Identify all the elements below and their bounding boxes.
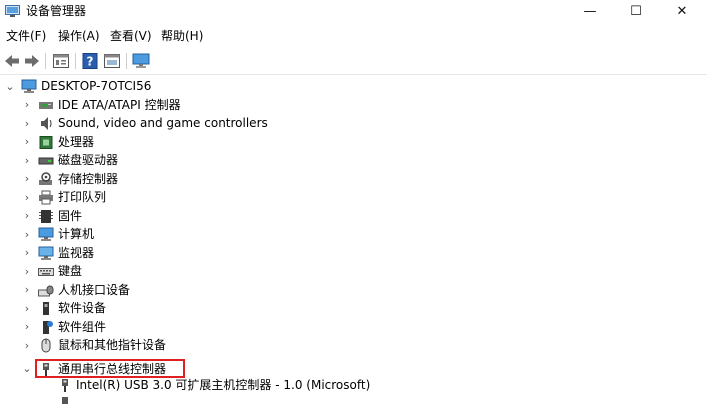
monitor-icon: [38, 246, 54, 260]
expand-chevron-icon[interactable]: ›: [21, 208, 33, 224]
expand-chevron-icon[interactable]: ›: [21, 337, 33, 353]
tree-device-label: Intel(R) USB 3.0 可扩展主机控制器 - 1.0 (Microso…: [76, 378, 371, 392]
expand-chevron-icon[interactable]: ›: [21, 171, 33, 187]
tree-category-label: 处理器: [58, 134, 95, 149]
expand-chevron-icon[interactable]: ›: [21, 115, 33, 131]
ide-controller-icon: [39, 101, 53, 109]
usb-device-icon: [62, 397, 68, 404]
tree-category-label: 计算机: [58, 227, 95, 241]
tree-category-label: 键盘: [58, 264, 83, 278]
tree-category-processor[interactable]: › 处理器: [0, 133, 707, 152]
title-bar: 设备管理器 — ☐ ✕: [0, 0, 707, 24]
tree-category-label: 存储控制器: [58, 171, 119, 186]
computer-icon: [38, 227, 54, 241]
firmware-icon: [39, 209, 53, 223]
storage-controller-icon: [39, 171, 52, 185]
expand-chevron-icon[interactable]: ›: [21, 263, 33, 279]
tree-category-label: 鼠标和其他指针设备: [58, 338, 167, 352]
tree-root[interactable]: ⌄ DESKTOP-7OTCI56: [0, 77, 707, 96]
help-icon[interactable]: ?: [80, 51, 100, 71]
collapse-chevron-icon[interactable]: ⌄: [4, 78, 16, 94]
tree-category-monitor[interactable]: › 监视器: [0, 244, 707, 263]
menu-file[interactable]: 文件(F): [6, 28, 46, 44]
tree-category-label: 软件组件: [58, 319, 107, 334]
expand-chevron-icon[interactable]: ›: [21, 245, 33, 261]
computer-icon: [21, 79, 37, 93]
tree-category-computer[interactable]: › 计算机: [0, 225, 707, 244]
printer-icon: [39, 190, 53, 205]
back-arrow-icon[interactable]: [2, 51, 22, 71]
software-component-icon: [43, 320, 53, 334]
toolbar-separator: [75, 53, 76, 69]
forward-arrow-icon[interactable]: [22, 51, 42, 71]
tree-category-keyboard[interactable]: › 键盘: [0, 262, 707, 281]
tree-category-hid[interactable]: › 人机接口设备: [0, 281, 707, 300]
tree-category-label: 固件: [58, 208, 83, 223]
tree-category-label: Sound, video and game controllers: [58, 116, 268, 130]
tree-category-label: 软件设备: [58, 301, 107, 315]
menu-view[interactable]: 查看(V): [110, 28, 152, 44]
toolbar-separator: [126, 53, 127, 69]
menu-action[interactable]: 操作(A): [58, 28, 100, 44]
tree-category-sound[interactable]: › Sound, video and game controllers: [0, 114, 707, 133]
tree-device-usb-host-controller[interactable]: Intel(R) USB 3.0 可扩展主机控制器 - 1.0 (Microso…: [0, 376, 707, 395]
expand-chevron-icon[interactable]: ›: [21, 97, 33, 113]
expand-chevron-icon[interactable]: ›: [21, 226, 33, 242]
tree-category-storage[interactable]: › 存储控制器: [0, 170, 707, 189]
tree-root-label: DESKTOP-7OTCI56: [41, 79, 152, 93]
menu-help[interactable]: 帮助(H): [161, 28, 203, 44]
tree-category-disk[interactable]: › 磁盘驱动器: [0, 151, 707, 170]
speaker-icon: [41, 117, 52, 130]
mouse-icon: [41, 338, 51, 353]
processor-icon: [39, 135, 53, 149]
software-device-icon: [43, 302, 49, 315]
toolbar-separator: [45, 53, 46, 69]
svg-text:?: ?: [87, 55, 94, 69]
expand-chevron-icon[interactable]: ›: [21, 134, 33, 150]
expand-chevron-icon[interactable]: ›: [21, 319, 33, 335]
tree-category-mouse[interactable]: › 鼠标和其他指针设备: [0, 336, 707, 355]
disk-drive-icon: [38, 157, 54, 165]
tree-category-label: 磁盘驱动器: [58, 153, 119, 167]
expand-chevron-icon[interactable]: ›: [21, 282, 33, 298]
expand-chevron-icon[interactable]: ›: [21, 152, 33, 168]
window-title: 设备管理器: [26, 4, 87, 18]
tree-category-label: 打印队列: [58, 190, 107, 204]
tree-device-partial: [0, 394, 707, 413]
keyboard-icon: [38, 268, 54, 276]
expand-chevron-icon[interactable]: ›: [21, 189, 33, 205]
toolbar: ?: [0, 48, 707, 75]
tree-category-ide[interactable]: › IDE ATA/ATAPI 控制器: [0, 96, 707, 115]
close-button[interactable]: ✕: [659, 0, 705, 22]
tree-category-software-component[interactable]: › 软件组件: [0, 318, 707, 337]
usb-device-icon: [62, 379, 68, 392]
menu-bar: 文件(F) 操作(A) 查看(V) 帮助(H): [0, 24, 707, 46]
tree-category-label: 人机接口设备: [58, 282, 131, 297]
tree-category-firmware[interactable]: › 固件: [0, 207, 707, 226]
properties-icon[interactable]: [51, 51, 71, 71]
expand-chevron-icon[interactable]: ›: [21, 300, 33, 316]
minimize-button[interactable]: —: [567, 0, 613, 22]
tree-category-print-queue[interactable]: › 打印队列: [0, 188, 707, 207]
monitor-icon[interactable]: [131, 51, 151, 71]
collapse-chevron-icon[interactable]: ⌄: [21, 361, 33, 377]
tree-category-software-device[interactable]: › 软件设备: [0, 299, 707, 318]
device-manager-icon: [5, 5, 20, 17]
tree-category-label: 监视器: [58, 245, 95, 260]
view-icon[interactable]: [102, 51, 122, 71]
tree-category-label: IDE ATA/ATAPI 控制器: [58, 97, 181, 112]
maximize-button[interactable]: ☐: [613, 0, 659, 22]
hid-icon: [38, 285, 54, 296]
